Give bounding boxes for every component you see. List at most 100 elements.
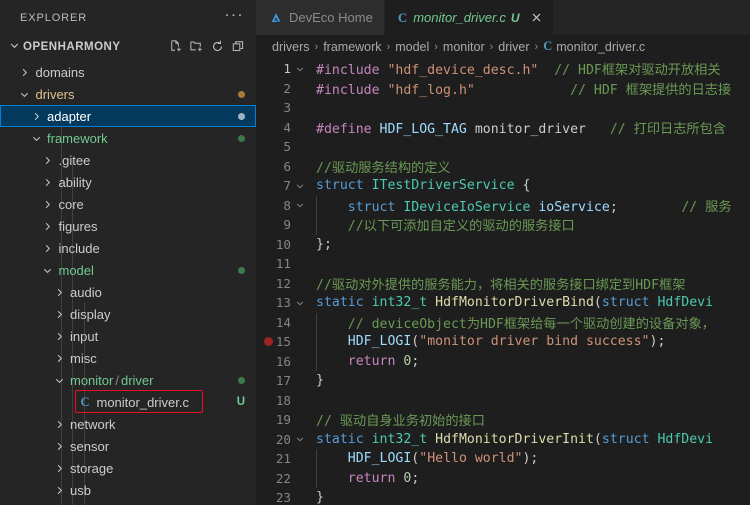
code-line[interactable]: 14 // deviceObject为HDF框架给每一个驱动创建的设备对象， (256, 313, 750, 333)
new-file-icon[interactable] (168, 39, 183, 54)
chevron-right-icon[interactable] (52, 353, 66, 364)
tree-item-framework[interactable]: framework (0, 127, 256, 149)
tree-item-label: sensor (70, 438, 110, 454)
chevron-down-icon[interactable] (41, 265, 55, 276)
code-line-text: // 驱动自身业务初始的接口 (316, 414, 485, 430)
tree-item-drivers[interactable]: drivers (0, 83, 256, 105)
collapse-all-icon[interactable] (231, 39, 246, 54)
chevron-right-icon[interactable] (41, 243, 55, 254)
tree-item-storage[interactable]: storage (0, 457, 256, 479)
chevron-right-icon[interactable] (41, 155, 55, 166)
code-line[interactable]: 15 HDF_LOGI("monitor driver bind success… (256, 332, 750, 352)
breadcrumb-segment[interactable]: driver (498, 40, 529, 54)
tree-item-sensor[interactable]: sensor (0, 435, 256, 457)
code-line[interactable]: 4 #define HDF_LOG_TAG monitor_driver // 打… (256, 118, 750, 138)
workspace-root-row[interactable]: OPENHARMONY (0, 35, 256, 58)
fold-chevron-down-icon[interactable] (292, 200, 307, 210)
code-line[interactable]: 18 (256, 391, 750, 411)
chevron-right-icon[interactable] (41, 199, 55, 210)
line-number: 17 (275, 373, 291, 389)
tree-item-monitor-driver-c[interactable]: Cmonitor_driver.c U (0, 391, 256, 413)
code-line[interactable]: 13 static int32_t HdfMonitorDriverBind(st… (256, 293, 750, 313)
breadcrumb-segment[interactable]: model (395, 40, 429, 54)
tree-item-input[interactable]: input (0, 325, 256, 347)
code-line[interactable]: 10}; (256, 235, 750, 255)
chevron-right-icon[interactable] (41, 177, 55, 188)
breadcrumb-file[interactable]: monitor_driver.c (556, 40, 645, 54)
fold-chevron-down-icon[interactable] (292, 181, 307, 191)
tree-item-model[interactable]: model (0, 259, 256, 281)
chevron-right-icon[interactable] (29, 111, 43, 122)
chevron-right-icon[interactable] (52, 309, 66, 320)
code-line[interactable]: 12 //驱动对外提供的服务能力，将相关的服务接口绑定到HDF框架 (256, 274, 750, 294)
explorer-overflow-menu-icon[interactable]: ··· (225, 7, 245, 26)
chevron-right-icon[interactable] (52, 485, 66, 496)
breadcrumb-segment[interactable]: framework (323, 40, 381, 54)
tree-item-gitee[interactable]: .gitee (0, 149, 256, 171)
chevron-down-icon[interactable] (18, 89, 32, 100)
tree-item-audio[interactable]: audio (0, 281, 256, 303)
chevron-down-icon[interactable] (52, 375, 66, 386)
chevron-right-icon[interactable] (41, 221, 55, 232)
code-line[interactable]: 21 HDF_LOGI("Hello world"); (256, 449, 750, 469)
chevron-right-icon[interactable] (52, 331, 66, 342)
tree-item-usb[interactable]: usb (0, 479, 256, 501)
tree-item-adapter[interactable]: adapter (0, 105, 256, 127)
chevron-down-icon[interactable] (29, 133, 43, 144)
code-line[interactable]: 11 (256, 254, 750, 274)
tab-deveco-home[interactable]: DevEco Home (256, 0, 385, 35)
code-line[interactable]: 6 //驱动服务结构的定义 (256, 157, 750, 177)
file-tree[interactable]: domains drivers adapter framework .gitee abil… (0, 58, 256, 505)
line-number: 11 (275, 256, 291, 272)
tree-item-misc[interactable]: misc (0, 347, 256, 369)
code-line[interactable]: 9 //以下可添加自定义的驱动的服务接口 (256, 215, 750, 235)
code-line[interactable]: 1 #include "hdf_device_desc.h" // HDF框架对驱… (256, 59, 750, 79)
tree-item-figures[interactable]: figures (0, 215, 256, 237)
new-folder-icon[interactable] (189, 39, 204, 54)
tab-bar[interactable]: DevEco Home Cmonitor_driver.c U (256, 0, 750, 35)
tab-monitor-driver-c[interactable]: Cmonitor_driver.c U (384, 0, 554, 35)
editor-indent-guide (316, 312, 317, 332)
refresh-icon[interactable] (210, 39, 225, 54)
line-number: 23 (275, 490, 291, 505)
tree-item-include[interactable]: include (0, 237, 256, 259)
chevron-right-icon[interactable] (18, 67, 32, 78)
chevron-right-icon[interactable] (52, 441, 66, 452)
tree-item-ability[interactable]: ability (0, 171, 256, 193)
code-line[interactable]: 16 return 0; (256, 352, 750, 372)
line-number: 20 (275, 431, 291, 447)
code-line-text: return 0; (347, 353, 420, 369)
code-line[interactable]: 20 static int32_t HdfMonitorDriverInit(st… (256, 430, 750, 450)
line-number: 12 (275, 275, 291, 291)
tree-item-network[interactable]: network (0, 413, 256, 435)
code-line[interactable]: 5 (256, 137, 750, 157)
code-line-text: HDF_LOGI("monitor driver bind success"); (347, 334, 666, 350)
code-line[interactable]: 17} (256, 371, 750, 391)
chevron-right-icon[interactable] (52, 419, 66, 430)
tree-item-core[interactable]: core (0, 193, 256, 215)
close-icon[interactable] (531, 12, 542, 23)
code-line[interactable]: 3 (256, 98, 750, 118)
fold-chevron-down-icon[interactable] (292, 434, 307, 444)
code-line-text: return 0; (347, 470, 420, 486)
chevron-down-icon[interactable] (6, 40, 22, 54)
fold-chevron-down-icon[interactable] (292, 298, 307, 308)
tree-item-display[interactable]: display (0, 303, 256, 325)
breadcrumb-segment[interactable]: monitor (443, 40, 485, 54)
chevron-right-icon[interactable] (52, 463, 66, 474)
fold-chevron-down-icon[interactable] (292, 64, 307, 74)
code-line[interactable]: 19 // 驱动自身业务初始的接口 (256, 410, 750, 430)
code-line[interactable]: 8 struct IDeviceIoService ioService; // … (256, 196, 750, 216)
breadcrumb[interactable]: drivers › framework › model › monitor › driver › C… (256, 35, 750, 58)
breadcrumb-segment[interactable]: drivers (272, 40, 310, 54)
tree-item-domains[interactable]: domains (0, 61, 256, 83)
code-line[interactable]: 2 #include "hdf_log.h" // HDF 框架提供的日志接 (256, 79, 750, 99)
chevron-right-icon[interactable] (52, 287, 66, 298)
code-editor[interactable]: 1 #include "hdf_device_desc.h" // HDF框架对驱… (256, 58, 750, 505)
editor-indent-guide (316, 332, 317, 352)
code-line[interactable]: 22 return 0; (256, 469, 750, 489)
tree-item-monitor-driver[interactable]: monitor / driver (0, 369, 256, 391)
editor-area: DevEco Home Cmonitor_driver.c U drivers › fr… (256, 0, 750, 505)
code-line[interactable]: 23} (256, 488, 750, 505)
code-line[interactable]: 7 struct ITestDriverService { (256, 176, 750, 196)
